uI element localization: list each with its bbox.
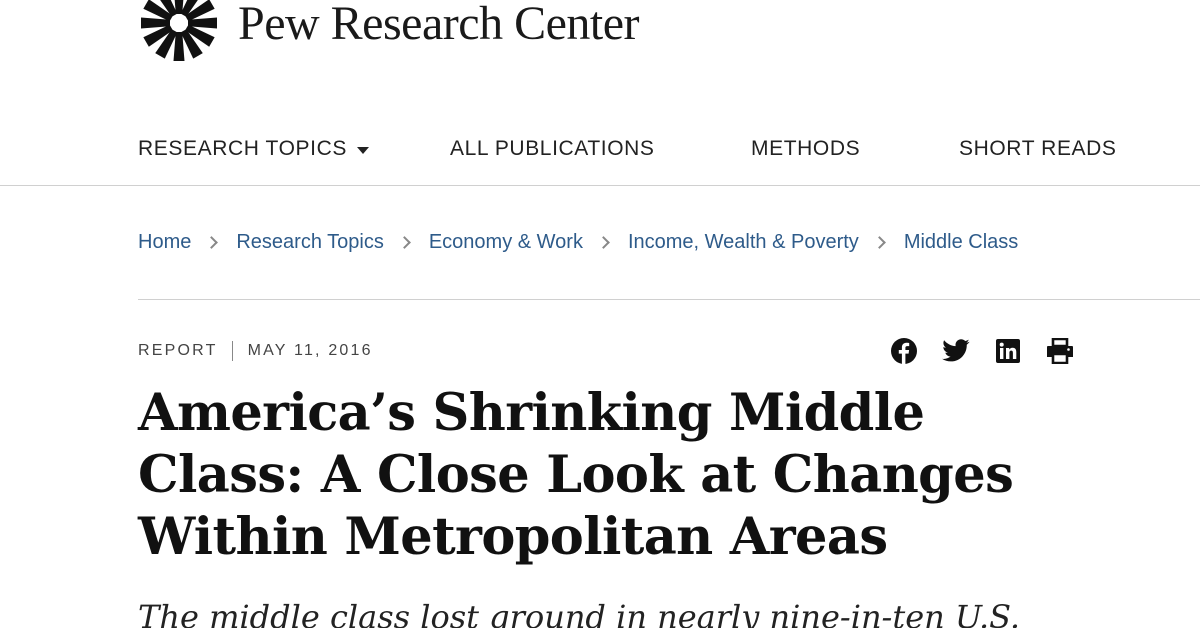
breadcrumb-divider — [138, 299, 1200, 300]
article-dek: The middle class lost ground in nearly n… — [138, 598, 1021, 628]
nav-divider — [0, 185, 1200, 186]
starburst-icon — [141, 0, 217, 61]
nav-label: SHORT READS — [959, 137, 1117, 160]
article-title: America’s Shrinking Middle Class: A Clos… — [138, 383, 1014, 567]
breadcrumb-economy-work[interactable]: Economy & Work — [429, 231, 583, 254]
meta-divider — [231, 341, 233, 361]
brand-logo[interactable]: Pew Research Center — [140, 0, 640, 62]
twitter-icon[interactable] — [942, 337, 970, 365]
nav-methods[interactable]: METHODS — [751, 137, 860, 161]
article-meta: REPORT MAY 11, 2016 — [138, 341, 373, 361]
linkedin-icon[interactable] — [994, 337, 1022, 365]
breadcrumb: Home Research Topics Economy & Work Inco… — [138, 231, 1018, 254]
main-nav: RESEARCH TOPICS ALL PUBLICATIONS METHODS… — [138, 137, 1116, 165]
breadcrumb-middle-class[interactable]: Middle Class — [904, 231, 1018, 254]
chevron-right-icon — [205, 236, 219, 249]
caret-down-icon — [356, 146, 369, 154]
nav-short-reads[interactable]: SHORT READS — [959, 137, 1117, 161]
nav-all-publications[interactable]: ALL PUBLICATIONS — [450, 137, 655, 161]
nav-label: METHODS — [751, 137, 861, 160]
brand-name: Pew Research Center — [238, 0, 640, 50]
share-bar — [890, 337, 1098, 365]
chevron-right-icon — [872, 236, 886, 249]
breadcrumb-home[interactable]: Home — [138, 231, 191, 254]
article-date: MAY 11, 2016 — [247, 342, 373, 359]
nav-label: ALL PUBLICATIONS — [450, 137, 655, 160]
chevron-right-icon — [397, 236, 411, 249]
breadcrumb-research-topics[interactable]: Research Topics — [236, 231, 383, 254]
print-icon[interactable] — [1046, 337, 1074, 365]
breadcrumb-income-wealth-poverty[interactable]: Income, Wealth & Poverty — [628, 231, 859, 254]
chevron-right-icon — [597, 236, 610, 249]
nav-label: RESEARCH TOPICS — [138, 137, 347, 160]
nav-research-topics[interactable]: RESEARCH TOPICS — [138, 137, 369, 161]
article-type[interactable]: REPORT — [138, 342, 218, 360]
facebook-icon[interactable] — [890, 337, 918, 365]
